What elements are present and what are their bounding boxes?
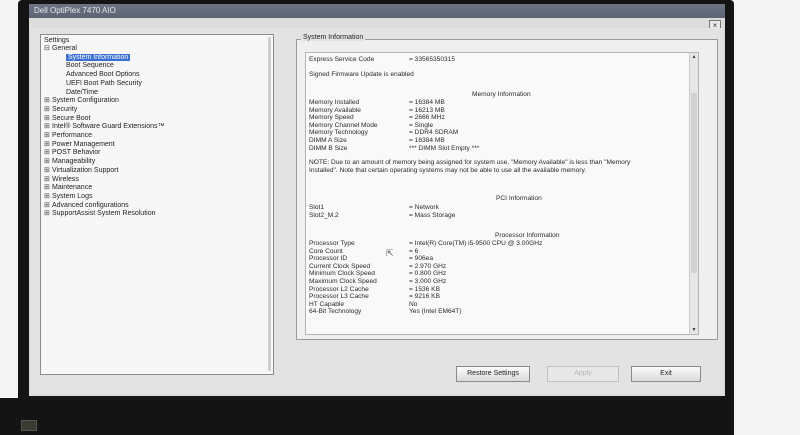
pci-heading: PCI Information <box>496 195 542 202</box>
memory-note: NOTE: Due to an amount of memory being a… <box>309 159 631 174</box>
processor-value: = Intel(R) Core(TM) i5-9500 CPU @ 3.00GH… <box>409 240 543 247</box>
tree-scrollbar[interactable] <box>268 37 271 371</box>
settings-tree: Settings ⊟ General System Information Boot … <box>40 34 274 375</box>
tree-item-system-configuration[interactable]: ⊞ System Configuration <box>44 97 119 105</box>
expand-icon[interactable]: ⊞ <box>44 184 52 192</box>
expand-icon[interactable]: ⊞ <box>44 210 52 218</box>
tree-item-label: UEFI Boot Path Security <box>66 79 142 87</box>
apply-button[interactable]: Apply <box>547 366 619 382</box>
tree-item-label: Maintenance <box>52 184 93 192</box>
tree-item-label: Manageability <box>52 158 96 166</box>
tree-item-advanced-boot-options[interactable]: Advanced Boot Options <box>66 71 140 79</box>
tree-item-intel-software-guard-extensions[interactable]: ⊞ Intel® Software Guard Extensions™ <box>44 123 165 131</box>
pci-value: = Network <box>409 204 439 211</box>
tree-item-label: Secure Boot <box>52 114 91 122</box>
expand-icon[interactable]: ⊞ <box>44 132 52 140</box>
tree-item-label: System Information <box>66 53 131 61</box>
express-service-code-label: Express Service Code <box>309 56 375 63</box>
scrollbar-thumb[interactable] <box>691 93 697 273</box>
tree-item-post-behavior[interactable]: ⊞ POST Behavior <box>44 149 101 157</box>
tree-item-label: Boot Sequence <box>66 62 114 70</box>
tree-item-label: POST Behavior <box>52 149 101 157</box>
expand-icon[interactable]: ⊞ <box>44 97 52 105</box>
tree-item-label: General <box>52 45 77 52</box>
tree-item-performance[interactable]: ⊞ Performance <box>44 132 92 140</box>
tree-item-label: Performance <box>52 132 93 139</box>
memory-heading: Memory Information <box>472 91 531 98</box>
processor-value: Yes (Intel EM64T) <box>409 308 462 316</box>
tree-item-manageability[interactable]: ⊞ Manageability <box>44 158 95 166</box>
tree-item-label: System Configuration <box>52 97 119 105</box>
express-service-code-value: = 33565350315 <box>409 56 456 63</box>
system-information-panel: System Information Express Service Code … <box>296 34 718 340</box>
pci-label: Slot1 <box>309 204 325 211</box>
firmware-note: Signed Firmware Update is enabled <box>309 71 414 78</box>
scroll-down-icon[interactable]: ▼ <box>691 327 697 333</box>
pci-value: = Mass Storage <box>409 212 456 219</box>
tree-item-date-time[interactable]: Date/Time <box>66 89 98 97</box>
expand-icon[interactable]: ⊞ <box>44 123 52 131</box>
memory-value: *** DIMM Slot Empty *** <box>409 144 480 152</box>
tree-item-virtualization-support[interactable]: ⊞ Virtualization Support <box>44 167 118 175</box>
tree-item-label: SupportAssist System Resolution <box>52 210 156 218</box>
tree-item-advanced-configurations[interactable]: ⊞ Advanced configurations <box>44 202 129 210</box>
expand-icon[interactable]: ⊞ <box>44 176 52 184</box>
tree-item-label: Advanced configurations <box>52 201 129 209</box>
memory-label: DIMM B Size <box>309 144 348 152</box>
expand-icon[interactable]: ⊞ <box>44 106 52 114</box>
tree-item-label: Advanced Boot Options <box>66 71 140 79</box>
monitor-chin <box>0 398 716 435</box>
processor-heading: Processor Information <box>495 232 560 239</box>
expand-icon[interactable]: ⊞ <box>44 141 52 149</box>
bezel-label <box>21 420 37 431</box>
info-scrollbar[interactable]: ▲ ▼ <box>689 53 698 334</box>
mouse-cursor-icon: ⇱ <box>386 248 394 258</box>
processor-label: 64-Bit Technology <box>309 308 362 316</box>
tree-item-power-management[interactable]: ⊞ Power Management <box>44 141 115 149</box>
scroll-up-icon[interactable]: ▲ <box>691 54 697 60</box>
exit-button[interactable]: Exit <box>631 366 701 382</box>
tree-item-label: Power Management <box>52 140 115 148</box>
tree-item-label: Virtualization Support <box>52 166 119 174</box>
restore-settings-button[interactable]: Restore Settings <box>456 366 530 382</box>
tree-item-label: System Logs <box>52 192 93 200</box>
expand-icon[interactable]: ⊞ <box>44 202 52 210</box>
tree-item-maintenance[interactable]: ⊞ Maintenance <box>44 184 92 192</box>
tree-item-wireless[interactable]: ⊞ Wireless <box>44 176 79 184</box>
expand-icon[interactable]: ⊞ <box>44 149 52 157</box>
settings-tree-header: Settings <box>44 37 70 44</box>
title-bar: Dell OptiPlex 7470 AIO <box>29 4 725 18</box>
tree-item-uefi-boot-path-security[interactable]: UEFI Boot Path Security <box>66 80 142 88</box>
tree-item-boot-sequence[interactable]: Boot Sequence <box>66 62 114 70</box>
tree-item-label: Date/Time <box>66 88 99 96</box>
tree-item-system-information[interactable]: System Information <box>66 53 131 62</box>
tree-item-secure-boot[interactable]: ⊞ Secure Boot <box>44 115 91 123</box>
tree-item-label: Intel® Software Guard Extensions™ <box>52 123 165 131</box>
expand-icon[interactable]: ⊞ <box>44 193 52 201</box>
pci-label: Slot2_M.2 <box>309 212 339 219</box>
panel-legend: System Information <box>301 34 366 41</box>
tree-item-label: Security <box>52 105 78 113</box>
expand-icon[interactable]: ⊞ <box>44 167 52 175</box>
expand-icon[interactable]: ⊞ <box>44 115 52 123</box>
main-area: Settings ⊟ General System Information Boot … <box>31 28 723 394</box>
window-title: Dell OptiPlex 7470 AIO <box>34 6 116 15</box>
tree-item-general[interactable]: ⊟ General <box>44 45 77 53</box>
tree-item-label: Wireless <box>52 175 79 183</box>
system-information-content: Express Service Code = 33565350315 Signe… <box>305 52 699 335</box>
tree-item-supportassist-system-resolution[interactable]: ⊞ SupportAssist System Resolution <box>44 210 156 218</box>
bios-screen: Dell OptiPlex 7470 AIO × Settings ⊟ Gener… <box>29 4 725 396</box>
tree-item-system-logs[interactable]: ⊞ System Logs <box>44 193 92 201</box>
expand-icon[interactable]: ⊞ <box>44 158 52 166</box>
collapse-icon[interactable]: ⊟ <box>44 45 52 53</box>
tree-item-security[interactable]: ⊞ Security <box>44 106 77 114</box>
